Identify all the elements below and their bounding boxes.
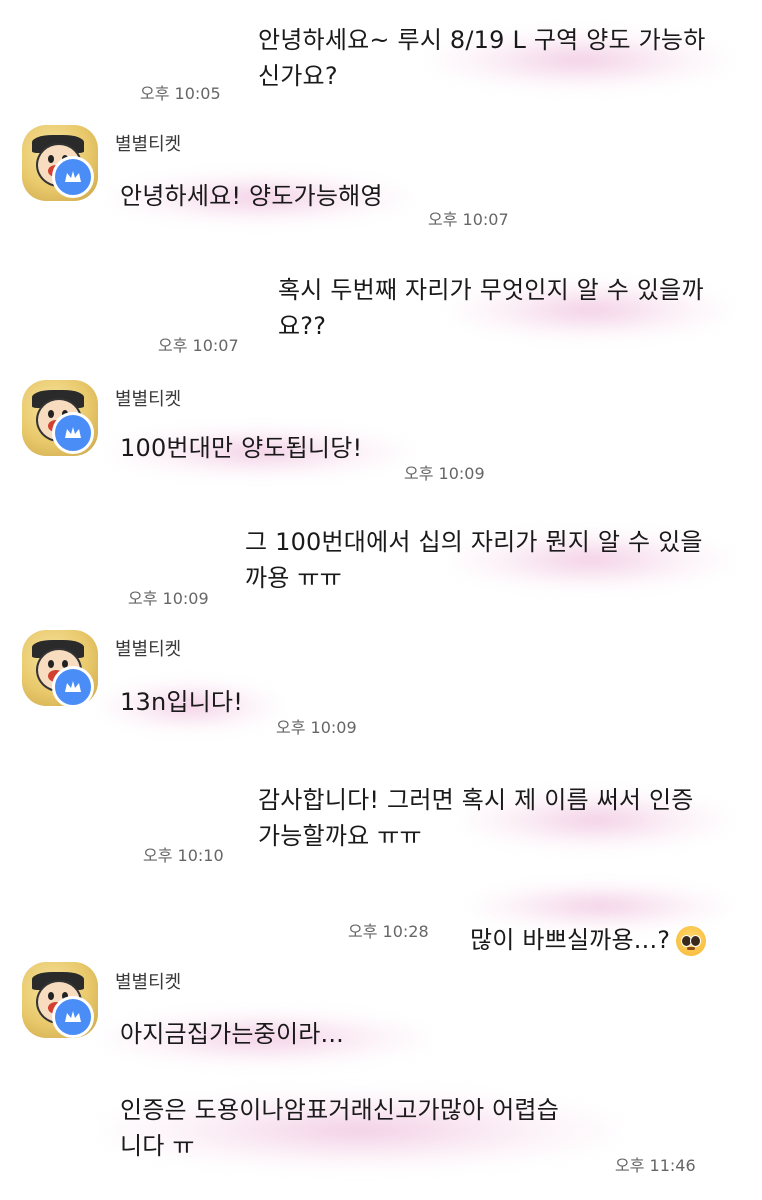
message-time: 오후 10:07 [428, 210, 509, 229]
message-text-content: 많이 바쁘실까용...? [470, 926, 671, 954]
message-text: 안녕하세요! 양도가능해영 [120, 182, 383, 210]
sender-name: 별별티켓 [115, 134, 182, 155]
message-text: 100번대만 양도됩니당! [120, 434, 363, 462]
message-text: 13n입니다! [120, 688, 244, 716]
message-time: 오후 10:09 [404, 464, 485, 483]
message-time: 오후 10:07 [158, 336, 239, 355]
message-time: 오후 10:10 [143, 846, 224, 865]
message-time: 오후 10:28 [348, 922, 429, 941]
message-text: 많이 바쁘실까용...? [470, 886, 707, 958]
crown-badge-icon [52, 996, 94, 1038]
message-text: 그 100번대에서 십의 자리가 뭔지 알 수 있을 까용 ㅠㅠ [245, 528, 703, 592]
message-text: 혹시 두번째 자리가 무엇인지 알 수 있을까 요?? [278, 276, 704, 340]
crown-badge-icon [52, 156, 94, 198]
message-text: 인증은 도용이나암표거래신고가많아 어렵습 니다 ㅠ [120, 1096, 559, 1160]
message-time: 오후 10:09 [128, 589, 209, 608]
message-time: 오후 11:46 [615, 1156, 696, 1175]
pleading-face-emoji-icon [676, 926, 707, 956]
crown-badge-icon [52, 412, 94, 454]
message-text: 안녕하세요~ 루시 8/19 L 구역 양도 가능하 신가요? [258, 26, 706, 90]
message-text: 아지금집가는중이라... [120, 1020, 345, 1048]
sender-name: 별별티켓 [115, 972, 182, 993]
message-text: 감사합니다! 그러면 혹시 제 이름 써서 인증 가능할까요 ㅠㅠ [258, 786, 694, 850]
crown-badge-icon [52, 666, 94, 708]
sender-name: 별별티켓 [115, 389, 182, 410]
message-time: 오후 10:05 [140, 84, 221, 103]
sender-name: 별별티켓 [115, 639, 182, 660]
chat-screen: 안녕하세요~ 루시 8/19 L 구역 양도 가능하 신가요? 오후 10:05… [0, 0, 762, 1200]
message-time: 오후 10:09 [276, 718, 357, 737]
